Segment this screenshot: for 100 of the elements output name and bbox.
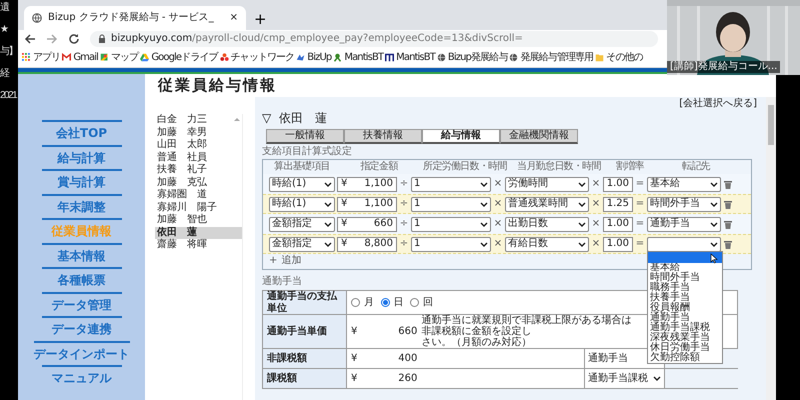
dropdown-option[interactable]: 職務手当 <box>648 282 722 292</box>
browser-tab[interactable]: Bizup クラウド発展給与 - サービス_ × <box>24 6 246 30</box>
rate-field[interactable]: 1.25 <box>603 196 633 212</box>
back-link[interactable]: [会社選択へ戻る] <box>262 98 759 110</box>
select-field[interactable]: 1 <box>411 236 491 252</box>
m-logo-icon <box>385 53 394 62</box>
trash-icon[interactable] <box>723 178 733 190</box>
scroll-up-icon[interactable] <box>233 116 241 122</box>
caret-icon <box>710 240 718 248</box>
employee-item[interactable]: 扶養 礼子 <box>155 164 242 176</box>
amount-field[interactable]: ¥ 1,100 <box>337 196 397 212</box>
dropdown-option[interactable]: 時間外手当 <box>648 272 722 282</box>
new-tab-button[interactable]: + <box>254 12 267 30</box>
select-field[interactable]: 1 <box>411 196 491 212</box>
trash-icon[interactable] <box>723 218 733 230</box>
employee-item[interactable]: 寡婦圏 道 <box>155 189 242 202</box>
select-field[interactable]: 時給(1) <box>269 176 335 192</box>
caret-icon <box>710 180 718 188</box>
employee-item[interactable]: 寡婦川 陽子 <box>155 202 242 214</box>
select-field[interactable]: 出勤日数 <box>505 216 589 232</box>
select-field[interactable]: 有給日数 <box>505 236 589 252</box>
trash-icon[interactable] <box>723 238 733 250</box>
operator: ÷ <box>399 218 409 230</box>
bookmark[interactable]: MantisBT <box>385 52 435 64</box>
mail-icon <box>62 53 72 62</box>
operator: = <box>635 238 645 250</box>
column-header: 指定金額 <box>359 161 400 174</box>
employee-item[interactable]: 山田 太郎 <box>155 139 242 152</box>
trash-icon[interactable] <box>723 198 733 210</box>
employee-item[interactable]: 加藤 克弘 <box>155 176 242 189</box>
select-field[interactable]: 労働時間 <box>505 176 589 192</box>
tab-title: Bizup クラウド発展給与 - サービス_ <box>48 12 215 24</box>
amount-field[interactable]: ¥ 8,800 <box>337 236 397 252</box>
employee-name: 依田 蓮 <box>279 111 328 126</box>
employee-item[interactable]: 白金 力三 <box>155 114 242 126</box>
currency-sign: ¥ <box>351 352 358 364</box>
bookmark[interactable]: マップ <box>100 52 138 64</box>
operator: × <box>493 178 503 190</box>
rate-field[interactable]: 1.00 <box>603 176 633 192</box>
edge-text: 2021 <box>0 90 18 102</box>
caret-icon <box>324 220 332 228</box>
tab[interactable]: 扶養情報 <box>344 129 422 144</box>
caret-icon <box>578 220 586 228</box>
reload-icon[interactable] <box>68 33 80 45</box>
bookmark[interactable]: アプリ <box>22 52 60 64</box>
amount-field[interactable]: ¥ 1,100 <box>337 176 397 192</box>
select-field[interactable]: 基本給 <box>647 176 721 192</box>
tab[interactable]: 給与情報 <box>422 129 500 144</box>
select-field[interactable]: 金額指定 <box>269 216 335 232</box>
rate-field[interactable]: 1.00 <box>603 236 633 252</box>
bookmark[interactable]: MantisBT <box>333 52 384 64</box>
bookmark[interactable]: Googleドライブ <box>140 52 218 64</box>
map-icon <box>100 53 109 62</box>
employee-item[interactable]: 普通 社員 <box>155 152 242 164</box>
mantis-icon <box>333 53 342 62</box>
highlighted-option[interactable] <box>648 252 722 262</box>
select-field[interactable]: 時給(1) <box>269 196 335 212</box>
caret-icon <box>324 240 332 248</box>
back-arrow-icon[interactable] <box>24 33 36 45</box>
dropdown-option[interactable]: 通勤手当課税 <box>648 322 722 332</box>
bookmark[interactable]: Gmail <box>62 52 98 64</box>
dropdown-option[interactable]: 扶養手当 <box>648 292 722 302</box>
radio-button[interactable] <box>410 298 419 307</box>
add-icon[interactable]: + <box>269 255 278 267</box>
add-link[interactable]: 追加 <box>281 255 302 267</box>
radio-button[interactable] <box>351 298 360 307</box>
tab[interactable]: 金融機関情報 <box>500 129 578 144</box>
column-header: 当月勤怠日数・時間 <box>517 161 601 174</box>
scrollbar[interactable] <box>766 97 776 400</box>
employee-item[interactable]: 依田 蓮 <box>155 226 242 239</box>
dropdown-option[interactable]: 役員報酬 <box>648 302 722 312</box>
tab[interactable]: 一般情報 <box>266 129 344 144</box>
rate-field[interactable]: 1.00 <box>603 216 633 232</box>
forward-arrow-icon[interactable] <box>46 33 58 45</box>
dropdown-option[interactable]: 深夜残業手当 <box>648 332 722 342</box>
select-field[interactable]: 普通残業時間 <box>505 196 589 212</box>
select-field[interactable]: 時間外手当 <box>647 196 721 212</box>
bookmark[interactable]: チャットワーク <box>220 52 294 64</box>
select-field[interactable]: 金額指定 <box>269 236 335 252</box>
operator: = <box>635 198 645 210</box>
address-bar[interactable]: bizupkyuyo.com/payroll-cloud/cmp_employee_pay?employeeCode=13&divScroll= <box>90 31 658 47</box>
bookmark[interactable]: その他の <box>595 52 643 64</box>
select-field[interactable]: 通勤手当 <box>647 216 721 232</box>
amount-field[interactable]: ¥ 660 <box>337 216 397 232</box>
employee-item[interactable]: 加藤 幸男 <box>155 126 242 139</box>
collapse-toggle[interactable]: ▽ <box>262 111 272 126</box>
employee-item[interactable]: 齋藤 将暉 <box>155 239 242 252</box>
select-field[interactable]: 1 <box>411 216 491 232</box>
edge-text: 与】 <box>0 46 18 58</box>
bird-icon <box>296 53 306 62</box>
dropdown-option[interactable]: 通勤手当 <box>648 312 722 322</box>
employee-item[interactable]: 加藤 智也 <box>155 214 242 226</box>
radio-button[interactable] <box>380 298 390 307</box>
bookmark[interactable]: BizUp <box>296 52 332 64</box>
select-field[interactable]: 通勤手当課税 <box>585 369 665 388</box>
bookmark[interactable]: 発展給与管理専用 <box>509 52 594 64</box>
triangle-icon <box>140 53 150 62</box>
select-field[interactable]: 1 <box>411 176 491 192</box>
bookmark[interactable]: Bizup発展給与 <box>436 52 508 64</box>
tab-close-button[interactable]: × <box>230 12 238 24</box>
